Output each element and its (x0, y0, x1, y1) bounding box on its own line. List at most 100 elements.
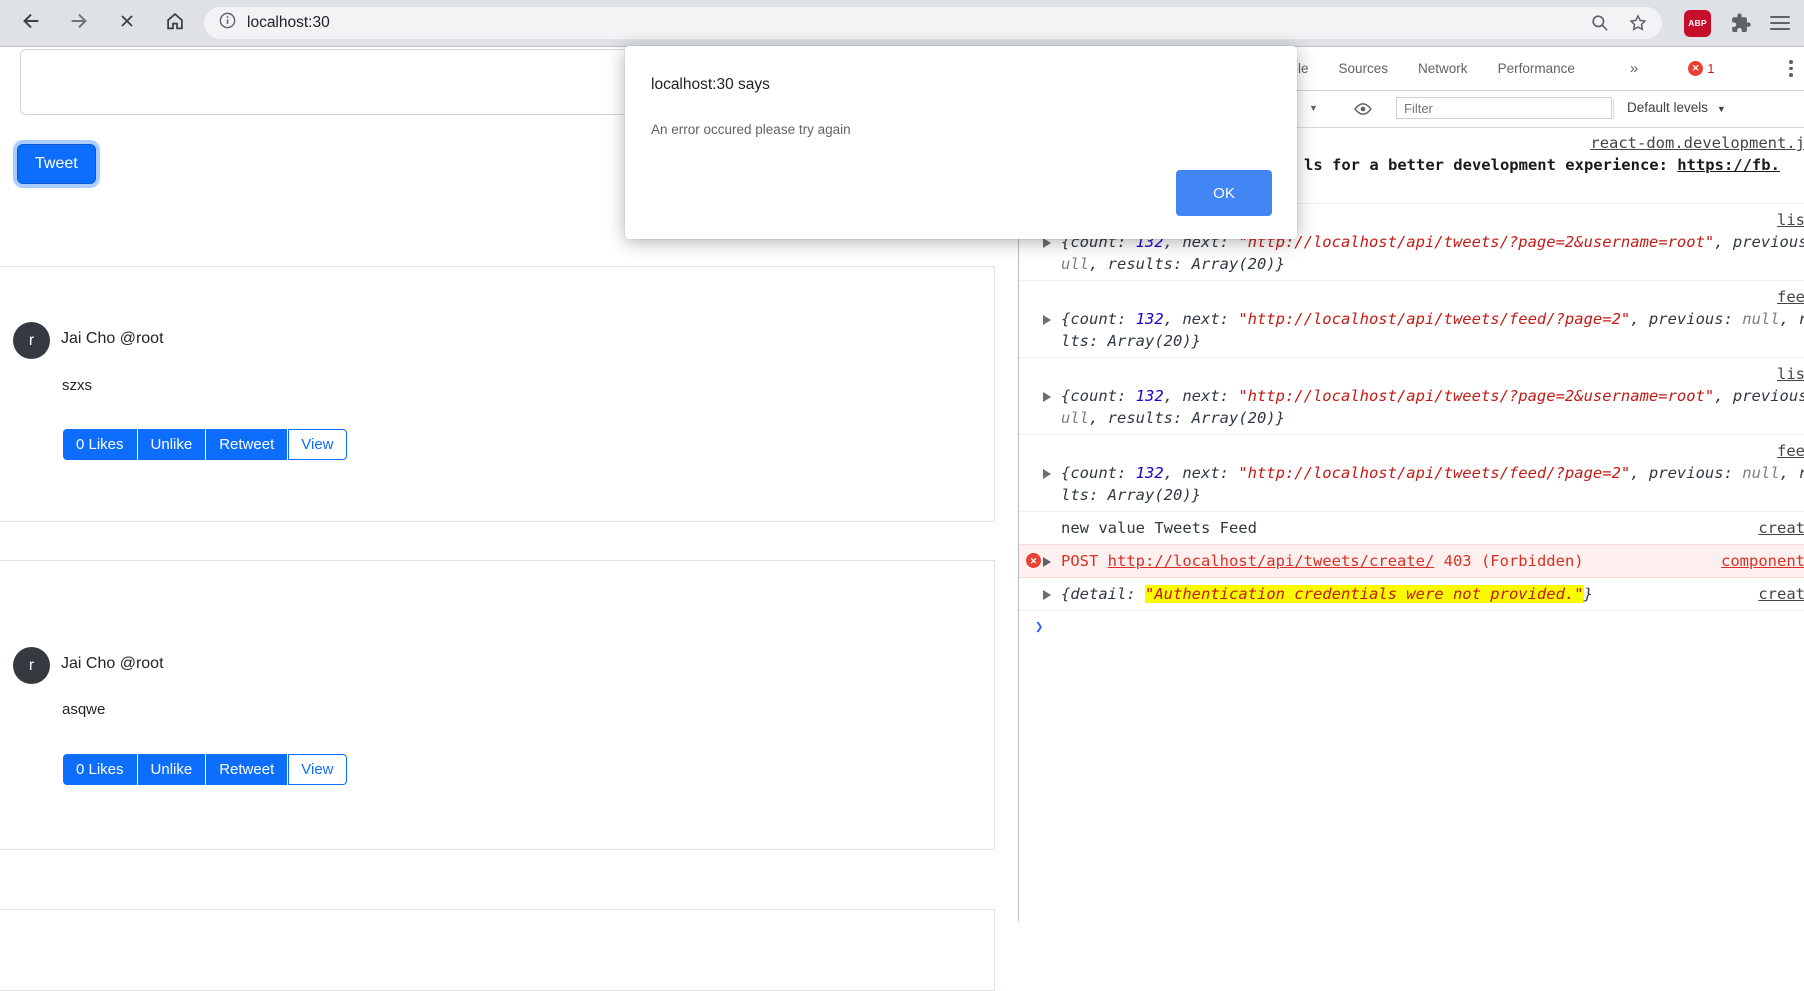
back-arrow-icon (20, 10, 42, 37)
browser-toolbar: localhost:30 ABP (0, 0, 1804, 47)
adblock-extension-icon[interactable]: ABP (1684, 9, 1711, 37)
highlighted-detail-value: "Authentication credentials were not pro… (1145, 585, 1584, 603)
forward-button[interactable] (62, 6, 96, 40)
source-link[interactable]: fee (1777, 440, 1804, 462)
dialog-message: An error occured please try again (651, 122, 851, 137)
console-row-list-object: lis {count: 132, next: "http://localhost… (1019, 358, 1804, 435)
preview-text: , next: (1163, 310, 1239, 328)
next-url-value: "http://localhost/api/tweets/feed/?page=… (1238, 464, 1631, 482)
source-line: fee (1019, 440, 1804, 462)
retweet-button[interactable]: Retweet (206, 429, 288, 460)
likes-button[interactable]: 0 Likes (63, 429, 137, 460)
results-value: Array(20) (1107, 332, 1192, 350)
preview-text: {count: (1061, 310, 1136, 328)
console-row-error-403: ✕ component POST http://localhost/api/tw… (1019, 544, 1804, 578)
dialog-title: localhost:30 says (651, 76, 770, 93)
more-tabs-chevron[interactable]: » (1630, 60, 1638, 77)
source-line: lis (1019, 363, 1804, 385)
info-icon[interactable] (218, 11, 237, 35)
results-value: Array(20) (1191, 409, 1276, 427)
context-dropdown-icon[interactable]: ▼ (1309, 103, 1318, 113)
expand-triangle-icon[interactable] (1043, 557, 1051, 567)
preview-text: {count: (1061, 387, 1136, 405)
next-url-value: "http://localhost/api/tweets/feed/?page=… (1238, 310, 1631, 328)
previous-value: null (1742, 464, 1780, 482)
console-row-log: creat new value Tweets Feed (1019, 512, 1804, 545)
alert-dialog: localhost:30 says An error occured pleas… (625, 46, 1297, 239)
devtools-kebab-menu-icon[interactable] (1789, 60, 1793, 80)
console-filter-input[interactable] (1396, 97, 1612, 119)
fb-link[interactable]: https://fb. (1677, 156, 1780, 174)
preview-text: } (1275, 255, 1285, 273)
back-button[interactable] (14, 6, 48, 40)
address-bar[interactable]: localhost:30 (204, 7, 1662, 39)
log-text: new value Tweets Feed (1061, 519, 1257, 537)
view-button[interactable]: View (288, 754, 347, 785)
results-value: Array(20) (1107, 486, 1192, 504)
log-levels-dropdown[interactable]: Default levels ▼ (1627, 100, 1726, 115)
tweet-button[interactable]: Tweet (17, 144, 96, 184)
preview-text: , results: (1089, 409, 1192, 427)
preview-text: , next: (1163, 387, 1239, 405)
tweet-author: Jai Cho @root (61, 655, 164, 672)
source-link[interactable]: fee (1777, 286, 1804, 308)
tab-console[interactable]: le (1298, 61, 1309, 76)
zoom-icon[interactable] (1590, 13, 1610, 33)
expand-triangle-icon[interactable] (1043, 469, 1051, 479)
tweet-card: r Jai Cho @root asqwe 0 Likes Unlike Ret… (0, 560, 995, 850)
error-circle-icon: ✕ (1688, 61, 1704, 76)
previous-value: null (1742, 310, 1780, 328)
console-row-feed-object: fee {count: 132, next: "http://localhost… (1019, 281, 1804, 358)
count-value: 132 (1135, 387, 1164, 405)
count-value: 132 (1135, 310, 1164, 328)
source-link[interactable]: react-dom.development.j (1590, 132, 1804, 154)
preview-text: , previous: (1714, 387, 1804, 405)
source-link[interactable]: lis (1777, 209, 1804, 231)
next-url-value: "http://localhost/api/tweets/?page=2&use… (1238, 387, 1715, 405)
expand-triangle-icon[interactable] (1043, 590, 1051, 600)
view-button[interactable]: View (288, 429, 347, 460)
preview-text: , next: (1163, 464, 1239, 482)
avatar: r (13, 322, 50, 359)
tweet-card (0, 909, 995, 991)
tweet-actions: 0 Likes Unlike Retweet View (63, 429, 347, 460)
source-link[interactable]: lis (1777, 363, 1804, 385)
preview-text: , previous: (1630, 464, 1743, 482)
tweet-author: Jai Cho @root (61, 330, 164, 347)
live-expression-eye-icon[interactable] (1353, 99, 1373, 122)
status-text: 403 (Forbidden) (1434, 552, 1584, 570)
expand-triangle-icon[interactable] (1043, 392, 1051, 402)
error-count-badge[interactable]: ✕ 1 (1688, 61, 1714, 76)
request-url-link[interactable]: http://localhost/api/tweets/create/ (1108, 552, 1435, 570)
toolbar-divider (1613, 99, 1614, 119)
dialog-ok-button[interactable]: OK (1176, 170, 1272, 216)
tweet-actions: 0 Likes Unlike Retweet View (63, 754, 347, 785)
console-prompt-row[interactable]: ❯ (1019, 611, 1804, 635)
console-row-detail: creat {detail: "Authentication credentia… (1019, 578, 1804, 611)
count-value: 132 (1135, 464, 1164, 482)
retweet-button[interactable]: Retweet (206, 754, 288, 785)
error-message: POST http://localhost/api/tweets/create/… (1019, 550, 1804, 572)
tab-performance[interactable]: Performance (1498, 61, 1575, 76)
preview-text: , previous: (1630, 310, 1743, 328)
expand-triangle-icon[interactable] (1043, 315, 1051, 325)
message-text: ls for a better development experience: (1304, 156, 1678, 174)
request-method: POST (1061, 552, 1108, 570)
likes-button[interactable]: 0 Likes (63, 754, 137, 785)
home-button[interactable] (158, 6, 192, 40)
unlike-button[interactable]: Unlike (137, 754, 206, 785)
preview-text: } (1191, 332, 1202, 350)
tweet-content: szxs (62, 377, 92, 394)
tab-network[interactable]: Network (1418, 61, 1468, 76)
expand-triangle-icon[interactable] (1043, 238, 1051, 248)
url-text[interactable]: localhost:30 (247, 14, 330, 32)
stop-button[interactable] (110, 6, 144, 40)
tab-sources[interactable]: Sources (1339, 61, 1389, 76)
console-messages: react-dom.development.j ls for a better … (1019, 127, 1804, 921)
console-prompt-chevron-icon: ❯ (1035, 619, 1044, 635)
extensions-puzzle-icon[interactable] (1729, 12, 1752, 35)
bookmark-star-icon[interactable] (1628, 13, 1648, 33)
forward-arrow-icon (68, 10, 90, 37)
browser-menu-icon[interactable] (1770, 13, 1790, 34)
unlike-button[interactable]: Unlike (137, 429, 206, 460)
